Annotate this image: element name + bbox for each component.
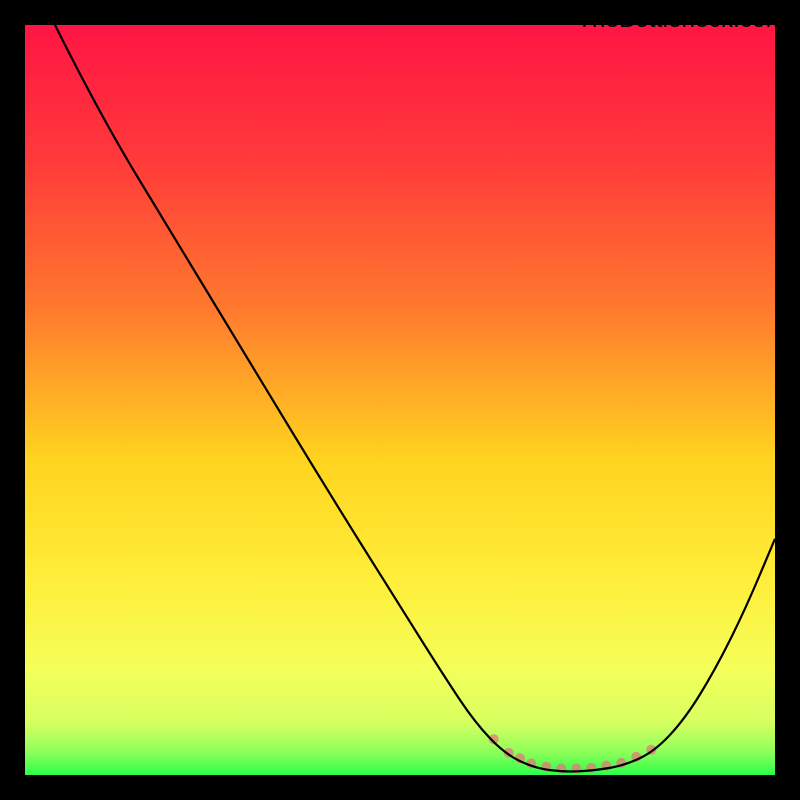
chart-stage: TheBottleneck.com [0, 0, 800, 800]
plot-frame [25, 25, 775, 775]
watermark-label: TheBottleneck.com [577, 6, 786, 34]
chart-svg [25, 25, 775, 775]
gradient-background [25, 25, 775, 775]
